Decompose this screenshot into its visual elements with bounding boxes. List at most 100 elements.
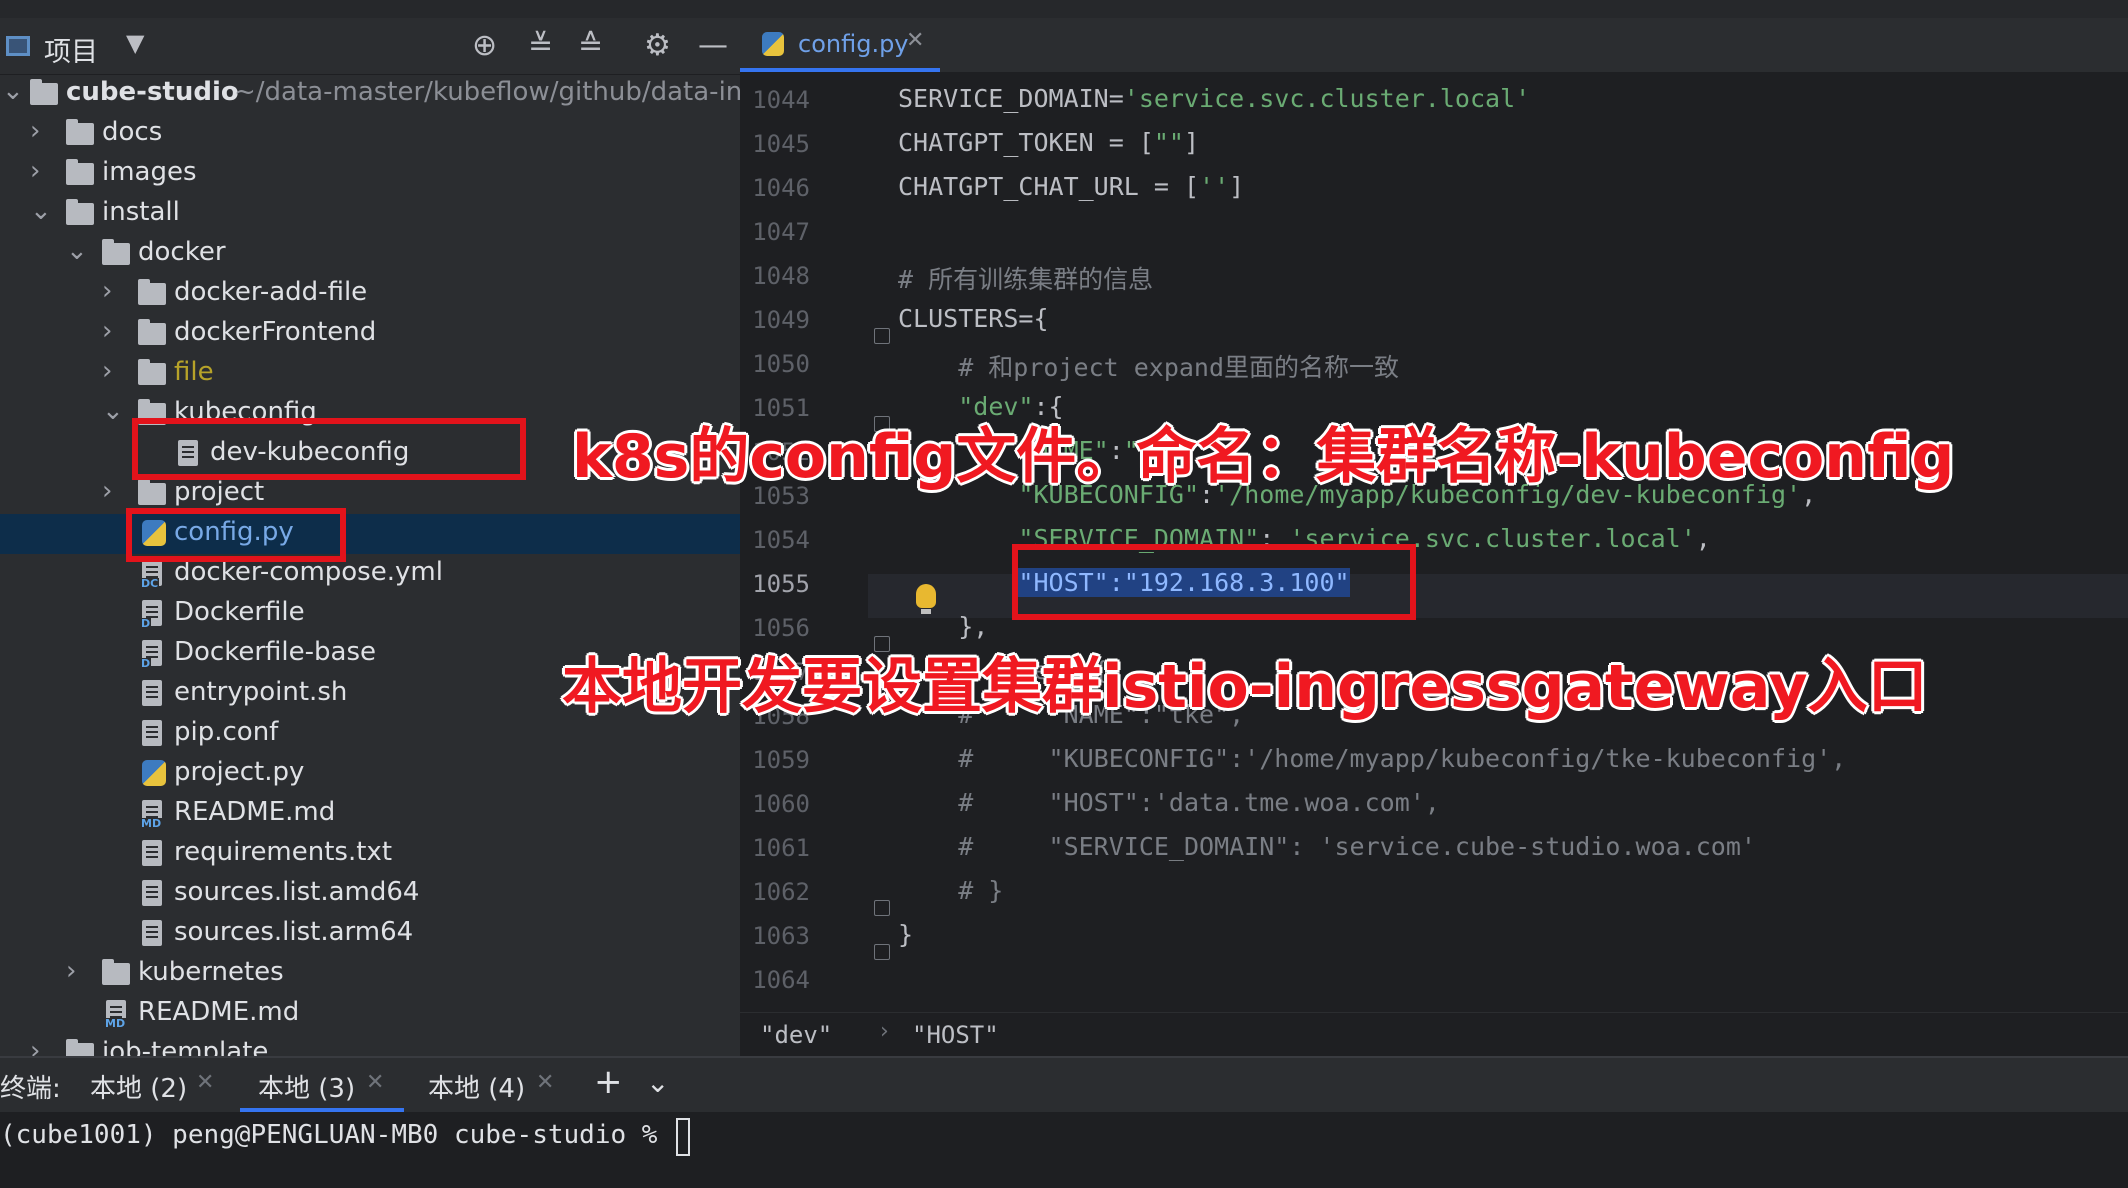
expand-all-icon[interactable]: ≚ bbox=[528, 28, 553, 63]
tree-item-images[interactable]: › images bbox=[0, 154, 740, 194]
tree-item-dockerfile[interactable]: D Dockerfile bbox=[0, 594, 740, 634]
folder-icon bbox=[138, 279, 166, 305]
code-line[interactable]: # "SERVICE_DOMAIN": 'service.cube-studio… bbox=[898, 832, 1756, 861]
tree-item-label: docs bbox=[102, 117, 163, 147]
chevron-right-icon[interactable]: › bbox=[102, 276, 112, 306]
tree-item-docs[interactable]: › docs bbox=[0, 114, 740, 154]
tree-item-readme[interactable]: MD README.md bbox=[0, 794, 740, 834]
tree-item-label: images bbox=[102, 157, 197, 187]
fold-marker-icon[interactable] bbox=[874, 900, 890, 916]
code-line[interactable]: # "KUBECONFIG":'/home/myapp/kubeconfig/t… bbox=[898, 744, 1846, 773]
terminal-tab-local-3[interactable]: 本地 (3) bbox=[258, 1068, 355, 1105]
chevron-down-icon[interactable]: ⌄ bbox=[2, 76, 24, 106]
close-icon[interactable]: ✕ bbox=[366, 1070, 384, 1095]
terminal-tab-local-2[interactable]: 本地 (2) bbox=[90, 1068, 187, 1105]
annotation-kubeconfig-naming: k8s的config文件。命名：集群名称-kubeconfig bbox=[572, 422, 1955, 492]
chevron-right-icon[interactable]: › bbox=[30, 1036, 40, 1056]
project-panel-title[interactable]: 项目 bbox=[44, 30, 98, 69]
tree-item-label: docker-add-file bbox=[174, 277, 368, 307]
tree-item-config-py[interactable]: config.py bbox=[0, 514, 740, 554]
tree-item-label: job-template bbox=[102, 1037, 269, 1056]
code-token: # "HOST":'data.tme.woa.com', bbox=[898, 788, 1440, 817]
code-line[interactable]: } bbox=[898, 920, 913, 949]
code-line[interactable]: CHATGPT_CHAT_URL = [''] bbox=[898, 172, 1244, 201]
code-line[interactable]: }, bbox=[898, 612, 988, 641]
chevron-right-icon[interactable]: › bbox=[102, 356, 112, 386]
code-line[interactable]: # "HOST":'data.tme.woa.com', bbox=[898, 788, 1440, 817]
file-icon bbox=[142, 920, 162, 946]
python-file-icon bbox=[142, 760, 166, 786]
code-line[interactable]: # 和project expand里面的名称一致 bbox=[898, 348, 1399, 384]
close-icon[interactable]: ✕ bbox=[536, 1070, 554, 1095]
chevron-down-icon[interactable]: ⌄ bbox=[30, 196, 52, 226]
line-number: 1046 bbox=[752, 174, 810, 202]
chevron-right-icon[interactable]: › bbox=[102, 316, 112, 346]
code-line[interactable]: CHATGPT_TOKEN = [""] bbox=[898, 128, 1199, 157]
tree-item-docker-compose[interactable]: DC docker-compose.yml bbox=[0, 554, 740, 594]
terminal-prompt[interactable]: (cube1001) peng@PENGLUAN-MB0 cube-studio… bbox=[0, 1120, 673, 1150]
tree-item-label: kubernetes bbox=[138, 957, 284, 987]
chevron-right-icon[interactable]: › bbox=[30, 156, 40, 186]
terminal-tab-local-4[interactable]: 本地 (4) bbox=[428, 1068, 525, 1105]
breadcrumb-item[interactable]: "HOST" bbox=[912, 1021, 999, 1049]
project-view-icon[interactable] bbox=[6, 36, 30, 56]
tree-item-job-template[interactable]: › job-template bbox=[0, 1034, 740, 1056]
code-token: CHATGPT_TOKEN = [ bbox=[898, 128, 1154, 157]
chevron-down-icon[interactable]: ⌄ bbox=[646, 1066, 669, 1099]
line-number: 1050 bbox=[752, 350, 810, 378]
tree-item-sources-amd64[interactable]: sources.list.amd64 bbox=[0, 874, 740, 914]
gear-icon[interactable]: ⚙ bbox=[644, 28, 671, 63]
chevron-down-icon[interactable]: ⌄ bbox=[66, 236, 88, 266]
code-token: 'service.svc.cluster.local' bbox=[1123, 84, 1531, 113]
tree-item-file[interactable]: › file bbox=[0, 354, 740, 394]
tab-label: config.py bbox=[798, 30, 909, 58]
hide-panel-icon[interactable]: — bbox=[698, 28, 728, 63]
line-number: 1048 bbox=[752, 262, 810, 290]
tree-item-project-py[interactable]: project.py bbox=[0, 754, 740, 794]
tree-item-label: sources.list.amd64 bbox=[174, 877, 420, 907]
breadcrumb-item[interactable]: "dev" bbox=[760, 1021, 832, 1049]
tree-root[interactable]: ⌄ cube-studio ~/data-master/kubeflow/git… bbox=[0, 74, 740, 114]
tree-item-sources-arm64[interactable]: sources.list.arm64 bbox=[0, 914, 740, 954]
chevron-right-icon[interactable]: › bbox=[102, 476, 112, 506]
chevron-down-icon[interactable]: ▼ bbox=[126, 29, 144, 57]
chevron-down-icon[interactable]: ⌄ bbox=[102, 396, 124, 426]
collapse-all-icon[interactable]: ≙ bbox=[578, 28, 603, 63]
code-line[interactable]: CLUSTERS={ bbox=[898, 304, 1049, 333]
code-line[interactable]: # 所有训练集群的信息 bbox=[898, 260, 1153, 296]
locate-icon[interactable]: ⊕ bbox=[472, 28, 497, 63]
folder-icon bbox=[66, 159, 94, 185]
tree-item-install-readme[interactable]: MD README.md bbox=[0, 994, 740, 1034]
close-icon[interactable]: ✕ bbox=[196, 1070, 214, 1095]
code-line[interactable]: SERVICE_DOMAIN='service.svc.cluster.loca… bbox=[898, 84, 1530, 113]
tree-item-kubernetes[interactable]: › kubernetes bbox=[0, 954, 740, 994]
plus-icon[interactable]: + bbox=[594, 1062, 623, 1102]
code-line[interactable]: # } bbox=[898, 876, 1003, 905]
tree-item-label: entrypoint.sh bbox=[174, 677, 348, 707]
code-token: # "SERVICE_DOMAIN": 'service.cube-studio… bbox=[898, 832, 1756, 861]
folder-icon bbox=[66, 199, 94, 225]
code-area[interactable]: 1044 SERVICE_DOMAIN='service.svc.cluster.… bbox=[740, 72, 2128, 994]
chevron-right-icon[interactable]: › bbox=[66, 956, 76, 986]
close-icon[interactable]: ✕ bbox=[906, 28, 924, 53]
tree-item-label: install bbox=[102, 197, 180, 227]
tree-item-dockerfrontend[interactable]: › dockerFrontend bbox=[0, 314, 740, 354]
chevron-right-icon[interactable]: › bbox=[30, 116, 40, 146]
code-token: # 和project expand里面的名称一致 bbox=[898, 353, 1400, 382]
tree-item-label: docker bbox=[138, 237, 226, 267]
tree-item-label: project.py bbox=[174, 757, 305, 787]
highlight-box-config-py bbox=[126, 508, 346, 562]
tree-item-install[interactable]: ⌄ install bbox=[0, 194, 740, 234]
fold-marker-icon[interactable] bbox=[874, 944, 890, 960]
file-badge: D bbox=[140, 657, 152, 670]
fold-marker-icon[interactable] bbox=[874, 328, 890, 344]
dockerfile-icon: D bbox=[140, 600, 162, 630]
file-icon bbox=[142, 840, 162, 866]
tree-item-requirements[interactable]: requirements.txt bbox=[0, 834, 740, 874]
tree-item-docker-add-file[interactable]: › docker-add-file bbox=[0, 274, 740, 314]
folder-icon bbox=[102, 239, 130, 265]
tab-config-py[interactable]: config.py ✕ bbox=[740, 18, 940, 72]
tree-item-docker[interactable]: ⌄ docker bbox=[0, 234, 740, 274]
tree-root-path: ~/data-master/kubeflow/github/data-infra bbox=[234, 77, 740, 107]
editor-pane: config.py ✕ 1044 SERVICE_DOMAIN='service.… bbox=[740, 18, 2128, 1056]
